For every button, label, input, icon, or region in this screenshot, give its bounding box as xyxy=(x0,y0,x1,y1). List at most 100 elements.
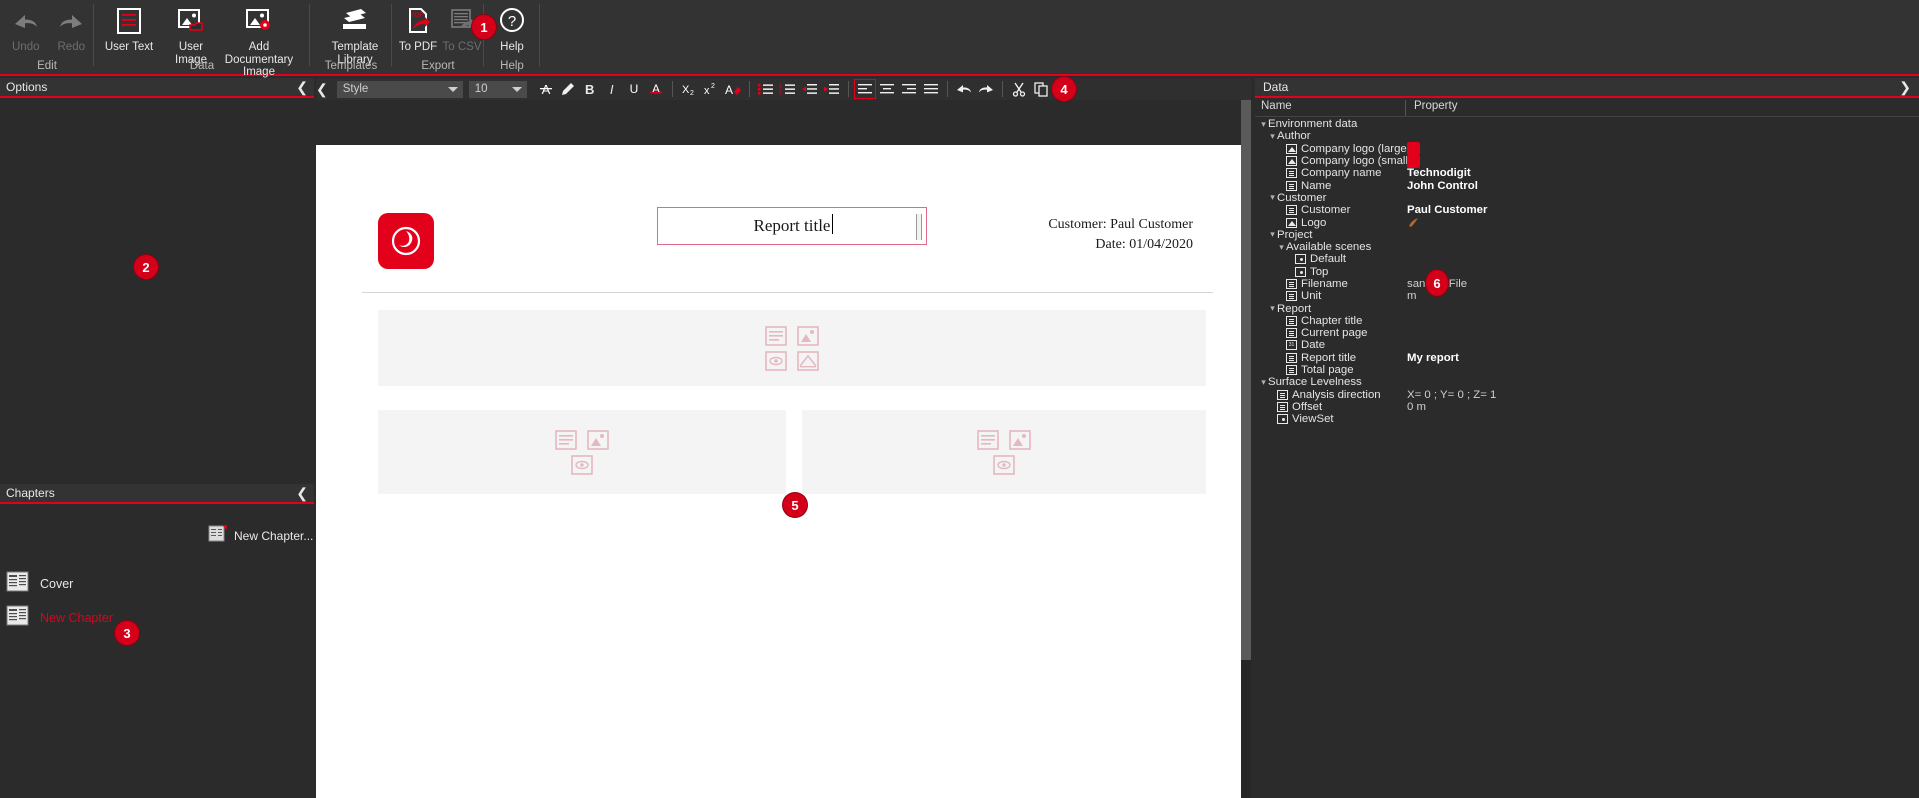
clear-formatting-button[interactable]: A xyxy=(722,79,744,99)
data-tree-row[interactable]: Default xyxy=(1255,253,1919,265)
document-scrollbar[interactable] xyxy=(1241,100,1251,798)
collapse-left-chevron-icon[interactable]: ❮ xyxy=(296,80,308,94)
collapse-right-chevron-icon[interactable]: ❯ xyxy=(1899,80,1911,94)
chapter-item-new-chapter[interactable]: New Chapter xyxy=(6,604,113,631)
viewset-block-icon[interactable] xyxy=(765,350,787,371)
textbox-resize-handle[interactable] xyxy=(916,214,922,240)
company-logo-large[interactable] xyxy=(378,213,434,269)
data-tree-row[interactable]: Unit m xyxy=(1255,290,1919,302)
copy-button[interactable] xyxy=(1030,79,1052,99)
report-title-textbox[interactable]: Report title xyxy=(657,207,927,245)
style-select[interactable]: Style xyxy=(336,80,463,98)
data-tree-row[interactable]: Offset 0 m xyxy=(1255,401,1919,413)
align-center-button[interactable] xyxy=(876,79,898,99)
viewset-block-icon[interactable] xyxy=(993,454,1015,475)
data-tree-row[interactable]: ▾ Customer xyxy=(1255,192,1919,204)
to-pdf-button[interactable]: PDF To PDF xyxy=(396,0,440,54)
chevron-down-icon[interactable]: ▾ xyxy=(1268,230,1277,239)
text-block-icon[interactable] xyxy=(765,325,787,346)
data-tree-row[interactable]: ▾ Author xyxy=(1255,130,1919,142)
data-tree-row-name-cell: ▾ Customer xyxy=(1255,192,1407,204)
annotation-marker-6: 6 xyxy=(1426,270,1448,296)
undo-button[interactable]: Undo xyxy=(3,0,49,54)
data-tree-row[interactable]: ViewSet xyxy=(1255,413,1919,425)
data-tree-row[interactable]: ▾ Report xyxy=(1255,302,1919,315)
increase-indent-button[interactable] xyxy=(821,79,843,99)
align-left-button[interactable] xyxy=(853,79,876,99)
text-icon xyxy=(1286,365,1297,376)
image-block-icon[interactable] xyxy=(587,429,609,450)
viewset-block-icon[interactable] xyxy=(571,454,593,475)
data-tree-row[interactable]: Name John Control xyxy=(1255,179,1919,192)
cut-button[interactable] xyxy=(1008,79,1030,99)
chevron-down-icon[interactable]: ▾ xyxy=(1259,119,1268,129)
bullet-list-button[interactable] xyxy=(755,79,777,99)
content-placeholder-left[interactable] xyxy=(378,410,786,494)
font-color-button[interactable]: A xyxy=(535,79,557,99)
chapter-item-label: New Chapter xyxy=(40,610,113,625)
decrease-indent-button[interactable] xyxy=(799,79,821,99)
font-size-select[interactable]: 10 xyxy=(468,80,527,98)
data-tree-row[interactable]: Logo xyxy=(1255,216,1919,229)
user-text-button[interactable]: User Text xyxy=(98,0,160,54)
undo-button[interactable] xyxy=(953,79,975,99)
data-tree-row[interactable]: Top xyxy=(1255,266,1919,278)
data-tree-row[interactable]: Customer Paul Customer xyxy=(1255,204,1919,216)
data-tree-row[interactable]: Company logo (large) xyxy=(1255,142,1919,156)
data-tree-row[interactable]: Chapter title xyxy=(1255,315,1919,327)
measure-block-icon[interactable] xyxy=(797,350,819,371)
new-chapter-button[interactable]: New Chapter... xyxy=(208,524,313,547)
italic-button[interactable]: I xyxy=(601,79,623,99)
collapse-left-chevron-icon[interactable]: ❮ xyxy=(296,486,308,500)
collapse-left-chevron-icon[interactable]: ❮ xyxy=(312,82,332,96)
numbered-list-button[interactable]: 123 xyxy=(777,79,799,99)
report-page[interactable]: Report title Customer: Paul Customer Dat… xyxy=(316,145,1241,798)
chevron-down-icon[interactable]: ▾ xyxy=(1268,304,1277,313)
chapter-item-cover[interactable]: Cover xyxy=(6,570,73,597)
chevron-down-icon[interactable]: ▾ xyxy=(1259,377,1268,387)
data-tree-row[interactable]: Total page xyxy=(1255,364,1919,376)
content-placeholder-top[interactable] xyxy=(378,310,1206,386)
chevron-down-icon[interactable]: ▾ xyxy=(1277,242,1286,252)
scrollbar-thumb[interactable] xyxy=(1241,100,1251,660)
subscript-button[interactable]: X2 xyxy=(678,79,700,99)
data-tree-row[interactable]: ▾ Environment data xyxy=(1255,118,1919,130)
superscript-button[interactable]: x2 xyxy=(700,79,722,99)
redo-button[interactable] xyxy=(975,79,997,99)
data-tree-row[interactable]: ▾ Surface Levelness xyxy=(1255,376,1919,388)
data-tree-row[interactable]: Current page xyxy=(1255,327,1919,339)
data-tree-row[interactable]: 31 Date xyxy=(1255,339,1919,351)
data-tree-row[interactable]: Company logo (small) xyxy=(1255,154,1919,168)
bold-button[interactable]: B xyxy=(579,79,601,99)
document-canvas[interactable]: Report title Customer: Paul Customer Dat… xyxy=(316,100,1251,798)
redo-button[interactable]: Redo xyxy=(49,0,95,54)
data-tree-row[interactable]: Analysis direction X= 0 ; Y= 0 ; Z= 1 xyxy=(1255,389,1919,401)
text-icon xyxy=(1277,401,1288,412)
strikethrough-button[interactable]: A xyxy=(645,79,667,99)
new-chapter-label: New Chapter... xyxy=(234,528,314,543)
data-tree[interactable]: ▾ Environment data ▾ Author Company logo (la… xyxy=(1255,118,1919,798)
highlight-button[interactable] xyxy=(557,79,579,99)
chevron-down-icon[interactable]: ▾ xyxy=(1268,131,1277,141)
content-placeholder-right[interactable] xyxy=(802,410,1206,494)
text-block-icon[interactable] xyxy=(977,429,999,450)
user-image-button[interactable]: User Image xyxy=(160,0,222,66)
chevron-down-icon[interactable]: ▾ xyxy=(1268,193,1277,202)
data-tree-row-name-cell: Logo xyxy=(1255,217,1407,229)
data-tree-row[interactable]: ▾ Available scenes xyxy=(1255,241,1919,253)
template-library-button[interactable]: Template Library xyxy=(318,0,392,66)
image-block-icon[interactable] xyxy=(797,325,819,346)
data-tree-row[interactable]: Company name Technodigit xyxy=(1255,167,1919,179)
data-tree-row-property: Paul Customer xyxy=(1407,204,1488,217)
align-justify-button[interactable] xyxy=(920,79,942,99)
text-block-icon[interactable] xyxy=(555,429,577,450)
data-tree-row[interactable]: ▾ Project xyxy=(1255,229,1919,241)
data-tree-row-name-cell: Default xyxy=(1255,253,1407,265)
data-tree-row[interactable]: Report title My report xyxy=(1255,352,1919,364)
data-tree-row-label: Available scenes xyxy=(1286,241,1372,254)
data-tree-row[interactable]: FilenamesaniTestFile xyxy=(1255,278,1919,290)
image-block-icon[interactable] xyxy=(1009,429,1031,450)
align-right-button[interactable] xyxy=(898,79,920,99)
data-tree-row-property: John Control xyxy=(1407,179,1478,192)
underline-button[interactable]: U xyxy=(623,79,645,99)
